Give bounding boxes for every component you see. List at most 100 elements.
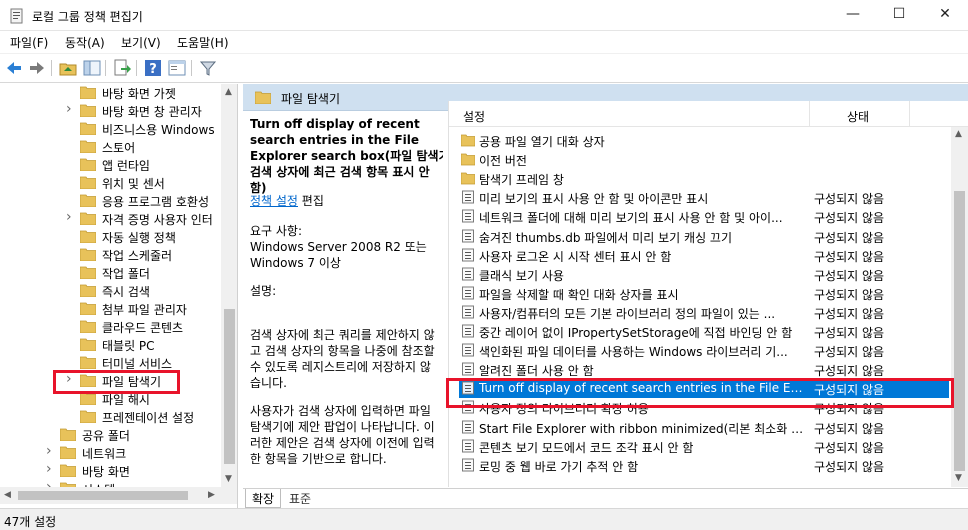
tree-item-label: 바탕 화면 xyxy=(82,465,130,479)
setting-name: 사용자 로그온 시 시작 센터 표시 안 함 xyxy=(479,249,672,264)
menu-view[interactable]: 보기(V) xyxy=(121,34,161,51)
folder-icon xyxy=(80,266,96,279)
list-row[interactable]: 네트워크 폴더에 대해 미리 보기의 표시 사용 안 함 및 아이... 구성되지… xyxy=(459,207,949,226)
help-icon[interactable]: ? xyxy=(143,58,163,78)
list-row[interactable]: 중간 레이어 없이 IPropertySetStorage에 직접 바인딩 안 … xyxy=(459,322,949,341)
folder-icon xyxy=(60,428,76,441)
folder-icon xyxy=(80,140,96,153)
menu-help[interactable]: 도움말(H) xyxy=(177,34,229,51)
edit-policy-line: 정책 설정 편집 xyxy=(250,193,435,209)
menu-file[interactable]: 파일(F) xyxy=(10,34,48,51)
tree-vertical-scrollbar[interactable]: ▲ ▼ xyxy=(221,84,237,487)
scroll-thumb[interactable] xyxy=(954,191,965,471)
tree-pane[interactable]: 바탕 화면 가젯 › 바탕 화면 창 관리자 비즈니스용 Windows 스토어 앱 런타… xyxy=(0,84,238,508)
edit-policy-link[interactable]: 정책 설정 xyxy=(250,194,298,208)
policy-setting-icon xyxy=(462,324,474,338)
status-bar: 47개 설정 xyxy=(0,508,968,530)
list-row[interactable]: 색인화된 파일 데이터를 사용하는 Windows 라이브러리 기... 구성되지… xyxy=(459,341,949,360)
edit-suffix: 편집 xyxy=(297,194,324,208)
scroll-thumb[interactable] xyxy=(224,309,235,464)
scroll-up-icon[interactable]: ▲ xyxy=(955,129,962,139)
maximize-button[interactable]: ☐ xyxy=(876,0,922,31)
list-row[interactable]: 파일을 삭제할 때 확인 대화 상자를 표시 구성되지 않음 xyxy=(459,284,949,303)
tree-horizontal-scrollbar[interactable]: ◀ ▶ xyxy=(0,487,237,504)
category-title: 파일 탐색기 xyxy=(281,92,341,106)
settings-list[interactable]: 설정 상태 공용 파일 열기 대화 상자 이전 버전탐색기 프레임 창 미리 보기의… xyxy=(448,101,968,487)
list-row[interactable]: Start File Explorer with ribbon minimize… xyxy=(459,418,949,437)
folder-icon xyxy=(60,446,76,459)
close-button[interactable]: ✕ xyxy=(922,0,968,31)
scroll-up-icon[interactable]: ▲ xyxy=(225,87,232,97)
title-bar: 로컬 그룹 정책 편집기 — ☐ ✕ xyxy=(0,0,968,31)
setting-name: 공용 파일 열기 대화 상자 xyxy=(479,135,605,149)
scroll-thumb[interactable] xyxy=(18,491,188,500)
view-tabs: 확장 표준 xyxy=(243,488,968,508)
up-folder-icon[interactable] xyxy=(58,58,78,78)
list-row[interactable]: 콘텐츠 보기 모드에서 코드 조각 표시 안 함 구성되지 않음 xyxy=(459,437,949,456)
policy-setting-icon xyxy=(462,439,474,453)
tree-item-label: 위치 및 센서 xyxy=(102,177,165,191)
list-vertical-scrollbar[interactable]: ▲ ▼ xyxy=(951,127,968,487)
menu-action[interactable]: 동작(A) xyxy=(65,34,105,51)
svg-text:?: ? xyxy=(149,62,157,77)
scroll-down-icon[interactable]: ▼ xyxy=(225,474,232,484)
policy-title: Turn off display of recent search entrie… xyxy=(250,117,443,195)
policy-setting-icon xyxy=(462,286,474,300)
tree-item-label: 첨부 파일 관리자 xyxy=(102,303,187,317)
policy-setting-icon xyxy=(462,248,474,262)
extended-view-icon[interactable] xyxy=(167,58,187,78)
menu-bar: 파일(F) 동작(A) 보기(V) 도움말(H) xyxy=(0,31,968,53)
list-row[interactable]: 숨겨진 thumbs.db 파일에서 미리 보기 캐싱 끄기 구성되지 않음 xyxy=(459,227,949,246)
setting-name: 사용자/컴퓨터의 모든 기본 라이브러리 정의 파일이 있는 ... xyxy=(479,306,776,321)
window-title: 로컬 그룹 정책 편집기 xyxy=(32,10,143,24)
list-row[interactable]: 사용자/컴퓨터의 모든 기본 라이브러리 정의 파일이 있는 ... 구성되지 않… xyxy=(459,303,949,322)
setting-state: 구성되지 않음 xyxy=(814,249,885,264)
tab-standard[interactable]: 표준 xyxy=(283,489,317,508)
expand-arrow-icon[interactable]: › xyxy=(66,209,72,225)
tree-item-label: 자동 실행 정책 xyxy=(102,231,176,245)
forward-arrow-icon[interactable] xyxy=(27,58,47,78)
expand-arrow-icon[interactable]: › xyxy=(66,101,72,117)
scroll-left-icon[interactable]: ◀ xyxy=(4,490,11,500)
list-row[interactable]: 알려진 폴더 사용 안 함 구성되지 않음 xyxy=(459,360,949,379)
back-arrow-icon[interactable] xyxy=(4,58,24,78)
expand-arrow-icon[interactable]: › xyxy=(46,443,52,459)
setting-state: 구성되지 않음 xyxy=(814,230,885,245)
list-row[interactable]: 탐색기 프레임 창 xyxy=(459,169,949,188)
setting-state: 구성되지 않음 xyxy=(814,440,885,455)
column-state-header[interactable]: 상태 xyxy=(847,108,869,125)
list-row[interactable]: 미리 보기의 표시 사용 안 함 및 아이콘만 표시 구성되지 않음 xyxy=(459,188,949,207)
tab-extended[interactable]: 확장 xyxy=(245,489,282,508)
setting-name: 네트워크 폴더에 대해 미리 보기의 표시 사용 안 함 및 아이... xyxy=(479,211,783,226)
filter-icon[interactable] xyxy=(198,58,218,78)
column-setting-header[interactable]: 설정 xyxy=(463,108,485,125)
expand-arrow-icon[interactable]: › xyxy=(46,461,52,477)
policy-setting-icon xyxy=(462,343,474,357)
minimize-button[interactable]: — xyxy=(830,0,876,31)
list-row[interactable]: 로밍 중 웹 바로 가기 추적 안 함 구성되지 않음 xyxy=(459,456,949,475)
tree-item-label: 태블릿 PC xyxy=(102,339,155,353)
tree-item-label: 공유 폴더 xyxy=(82,429,130,443)
list-row[interactable]: 공용 파일 열기 대화 상자 xyxy=(459,131,949,150)
list-row[interactable]: 사용자 로그온 시 시작 센터 표시 안 함 구성되지 않음 xyxy=(459,246,949,265)
tree-item-label: 즉시 검색 xyxy=(102,285,150,299)
description-pane: Turn off display of recent search entrie… xyxy=(243,111,443,491)
scroll-right-icon[interactable]: ▶ xyxy=(208,490,215,500)
list-row[interactable]: 이전 버전 xyxy=(459,150,949,169)
setting-state: 구성되지 않음 xyxy=(814,306,885,321)
tree-item-label: 작업 스케줄러 xyxy=(102,249,173,263)
folder-icon xyxy=(80,212,96,225)
list-row[interactable]: 클래식 보기 사용 구성되지 않음 xyxy=(459,265,949,284)
policy-setting-icon xyxy=(462,190,474,204)
setting-state: 구성되지 않음 xyxy=(814,421,885,436)
export-list-icon[interactable] xyxy=(112,58,132,78)
setting-name: 중간 레이어 없이 IPropertySetStorage에 직접 바인딩 안 … xyxy=(479,326,793,340)
scroll-down-icon[interactable]: ▼ xyxy=(955,473,962,483)
row-highlight-box xyxy=(446,378,954,408)
policy-editor-icon xyxy=(10,8,23,24)
setting-name: 탐색기 프레임 창 xyxy=(479,173,564,188)
tree-item-label: 바탕 화면 가젯 xyxy=(102,87,176,101)
show-hide-tree-icon[interactable] xyxy=(82,58,102,78)
tree-item-label: 네트워크 xyxy=(82,447,127,461)
policy-setting-icon xyxy=(462,362,474,376)
